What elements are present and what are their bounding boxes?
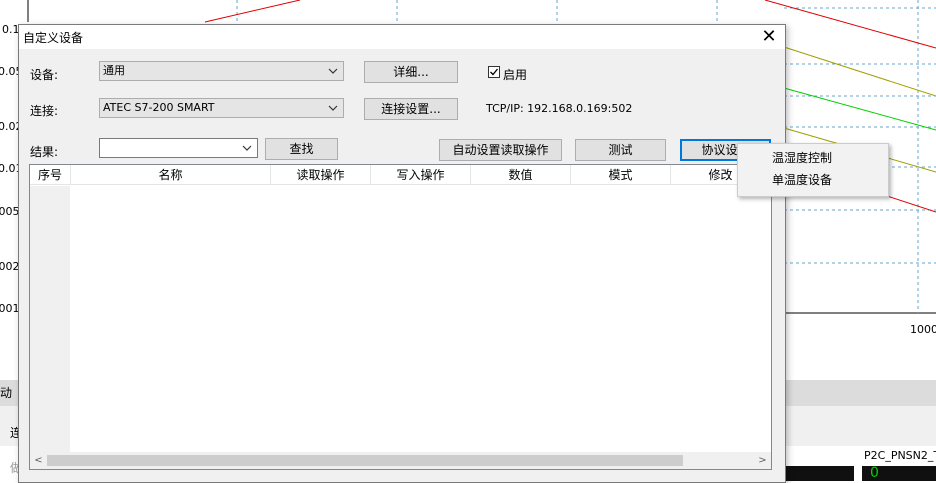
right-panel-label: P2C_PNSN2_Ty — [864, 449, 936, 462]
y-tick-label: 0.002 — [0, 260, 20, 273]
curve-red-1 — [764, 0, 936, 49]
column-header-write[interactable]: 写入操作 — [371, 165, 471, 185]
connection-select-value: ATEC S7-200 SMART — [103, 101, 215, 114]
connection-settings-button[interactable]: 连接设置... — [364, 98, 458, 120]
menu-item-single-temp-device[interactable]: 单温度设备 — [738, 169, 888, 191]
chevron-down-icon — [328, 68, 338, 74]
scroll-left-icon[interactable]: < — [30, 452, 47, 469]
dialog-title: 自定义设备 — [23, 31, 84, 45]
y-tick-label: 0.005 — [0, 205, 20, 218]
column-header-name[interactable]: 名称 — [71, 165, 271, 185]
x-tick-label: 1000 — [910, 323, 936, 336]
connection-label: 连接: — [30, 104, 59, 118]
details-button[interactable]: 详细... — [364, 61, 458, 83]
find-button[interactable]: 查找 — [265, 138, 338, 160]
y-tick-label: 0.001 — [0, 302, 20, 315]
result-label: 结果: — [30, 145, 59, 159]
y-tick-label: 0.1 — [2, 23, 20, 36]
checkmark-icon — [490, 68, 499, 76]
enable-checkbox[interactable] — [488, 66, 500, 78]
right-panel-value: 0 — [870, 465, 879, 481]
scroll-right-icon[interactable]: > — [754, 452, 771, 469]
scrollbar-thumb[interactable] — [47, 455, 683, 466]
device-select-value: 通用 — [103, 64, 125, 77]
column-header-value[interactable]: 数值 — [471, 165, 571, 185]
bg-side-label: 动 — [0, 386, 13, 400]
column-header-mode[interactable]: 模式 — [571, 165, 671, 185]
test-button[interactable]: 测试 — [575, 139, 666, 161]
dialog-titlebar[interactable]: 自定义设备 ✕ — [19, 25, 785, 49]
enable-label: 启用 — [503, 68, 528, 82]
auto-setup-read-button[interactable]: 自动设置读取操作 — [439, 139, 562, 161]
connection-select[interactable]: ATEC S7-200 SMART — [99, 98, 344, 118]
tcpip-text: TCP/IP: 192.168.0.169:502 — [486, 102, 633, 115]
result-select[interactable] — [99, 138, 258, 158]
column-header-read[interactable]: 读取操作 — [271, 165, 371, 185]
curve-green — [783, 87, 936, 131]
curve-olive-1 — [783, 46, 936, 97]
device-select[interactable]: 通用 — [99, 61, 344, 81]
menu-item-temp-humidity-control[interactable]: 温湿度控制 — [738, 147, 888, 169]
close-button[interactable]: ✕ — [755, 26, 783, 48]
right-panel-dark — [784, 466, 854, 481]
protocol-popup-menu: 温湿度控制 单温度设备 — [737, 143, 889, 197]
custom-device-dialog: 自定义设备 ✕ 设备: 通用 详细... 启用 连接: ATEC S7-200 … — [18, 24, 786, 483]
operations-table[interactable]: 序号 名称 读取操作 写入操作 数值 模式 修改 < > — [29, 164, 772, 470]
table-header: 序号 名称 读取操作 写入操作 数值 模式 修改 — [30, 165, 771, 186]
close-icon: ✕ — [761, 26, 777, 47]
row-number-column — [30, 186, 70, 454]
horizontal-scrollbar[interactable]: < > — [30, 452, 771, 469]
chevron-down-icon — [242, 145, 252, 151]
column-header-index[interactable]: 序号 — [30, 165, 71, 185]
device-label: 设备: — [30, 68, 59, 82]
chevron-down-icon — [328, 105, 338, 111]
curve-red-top — [204, 0, 301, 23]
